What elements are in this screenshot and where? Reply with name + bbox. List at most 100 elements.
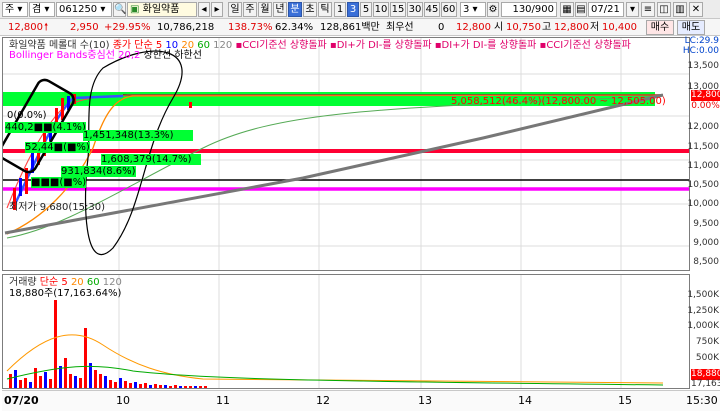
next-stock-button[interactable]: ▸ [211,2,223,17]
interval-60-button[interactable]: 60 [441,2,457,17]
volume-bar [9,374,12,388]
bollinger-label[interactable]: Bollinger Bands중심선 20,2 [9,50,140,61]
cci-signal-label[interactable]: CCI기준선 상향돌파 [242,40,327,51]
price-tick: 11,500 [687,142,720,152]
search-icon[interactable]: 🔍 [113,2,126,17]
open-label: 시 [494,22,504,33]
interval-select[interactable]: 3 ▾ [460,2,486,17]
volume-bar [134,382,137,388]
volume-bar [109,380,112,388]
upper-band-label[interactable]: 상한선 [144,50,172,61]
grid-icon[interactable]: ▦ [560,2,574,17]
lower-band-label[interactable]: 하한선 [174,50,202,61]
chart-type-select[interactable]: 주 ▾ [2,2,28,17]
volume-bar [119,378,122,388]
date-field[interactable]: 07/21 [588,2,624,17]
volume-title: 거래량 [9,277,37,288]
period-minute-button[interactable]: 분 [288,2,302,17]
volume-tick: 1,000K [687,321,719,331]
volume-bar [169,386,172,388]
date-picker-icon[interactable]: ▾ [626,2,639,17]
prev-stock-button[interactable]: ◂ [198,2,210,17]
cci-signal-label-2[interactable]: CCI기준선 상향돌파 [546,40,631,51]
stock-code-input[interactable]: 061250 ▾ [56,2,112,17]
interval-10-button[interactable]: 10 [373,2,389,17]
volume-bar [129,383,132,388]
interval-5-button[interactable]: 5 [360,2,372,17]
lowest-price-label: 최저가 9,680(15:30) [9,202,106,213]
interval-3-button[interactable]: 3 [347,2,359,17]
volume-current: 18,880주(17,163.64%) [9,288,122,299]
volume-ratio: 138.73% [228,22,273,33]
mode-select[interactable]: 겸 ▾ [29,2,55,17]
period-year-button[interactable]: 년 [273,2,287,17]
volume-bar [34,368,37,388]
vol-ma-label[interactable]: 단순 5 [40,277,68,288]
volume-bar [79,378,82,388]
count-field[interactable]: 130/900 [501,2,557,17]
favorite-icon: ▣ [130,4,140,15]
price-chart[interactable]: 화일약품 메롤대 수(10) 종가 단순 5 10 20 60 120 ▪CCI… [2,37,690,271]
interval-1-button[interactable]: 1 [334,2,346,17]
price-tick: 13,500 [687,61,720,71]
vol-ma-120-label[interactable]: 120 [103,277,122,288]
list-icon[interactable]: ≡ [641,2,655,17]
current-price-tag: 12,800 [691,90,720,101]
volume-bar [189,386,192,388]
volume-tick: 750K [695,337,719,347]
stock-name-field[interactable]: ▣ 화일약품 [127,2,197,17]
volume-bar [64,358,67,388]
price-tick: 10,500 [687,180,720,190]
bollinger-legend: Bollinger Bands중심선 20,2 상한선 하한선 [9,50,202,62]
price-axis: LC:29.9 HC:0.00 13,500 13,000 12,800 0.0… [683,36,720,271]
quote-bar: 12,800 🠕 2,950 +29.95% 10,786,218 138.73… [0,19,720,36]
ma-120-label[interactable]: 120 [213,40,232,51]
interval-45-button[interactable]: 45 [424,2,440,17]
volume-chart[interactable]: 거래량 단순 5 20 60 120 18,880주(17,163.64%) [2,274,690,389]
time-label: 13 [418,394,432,407]
volume-bar [104,376,107,388]
layout-icon[interactable]: ◫ [657,2,671,17]
price-tick: 12,000 [687,122,720,132]
high-label: 고 [542,22,552,33]
annotation-label: 1,451,348(13.3%) [83,130,194,141]
volume-bar [19,380,22,388]
volume-axis: 1,500K 1,250K 1,000K 750K 500K 18,880 17… [687,274,720,389]
volume-bar [59,366,62,388]
trade-amount: 128,861백만 [320,22,380,33]
calendar-icon[interactable]: ▤ [575,2,587,17]
change-rate: +29.95% [104,22,151,33]
volume-bar [49,379,52,388]
period-second-button[interactable]: 초 [303,2,317,17]
close-icon[interactable]: ✕ [689,2,703,17]
volume-bar [14,370,17,388]
di-signal-label-2[interactable]: DI+가 DI-를 상향돌파 [442,40,537,51]
period-tick-button[interactable]: 틱 [318,2,332,17]
options-icon[interactable]: ▥ [673,2,687,17]
open-price: 10,750 [506,22,541,33]
up-arrow-icon: 🠕 [44,22,49,33]
time-label: 15 [618,394,632,407]
volume-bar [54,300,57,388]
price-tick: 11,000 [687,161,720,171]
price-tick: 9,500 [693,219,719,229]
vol-ma-20-label[interactable]: 20 [71,277,84,288]
settings-icon[interactable]: ⚙ [487,2,499,17]
period-month-button[interactable]: 월 [258,2,272,17]
price-tick: 8,500 [693,257,719,267]
period-day-button[interactable]: 일 [228,2,242,17]
volume-bar [174,385,177,388]
di-signal-label[interactable]: DI+가 DI-를 상향돌파 [337,40,432,51]
sell-button[interactable]: 매도 [677,20,705,35]
time-label: 07/20 [4,394,39,407]
current-price: 12,800 [8,22,43,33]
volume-bar [29,382,32,388]
annotation-label: 1,608,379(14.7%) [101,154,202,165]
interval-30-button[interactable]: 30 [407,2,423,17]
buy-button[interactable]: 매수 [646,20,674,35]
volume-bar [99,374,102,388]
interval-15-button[interactable]: 15 [390,2,406,17]
time-label: 14 [518,394,532,407]
vol-ma-60-label[interactable]: 60 [87,277,100,288]
period-week-button[interactable]: 주 [243,2,257,17]
